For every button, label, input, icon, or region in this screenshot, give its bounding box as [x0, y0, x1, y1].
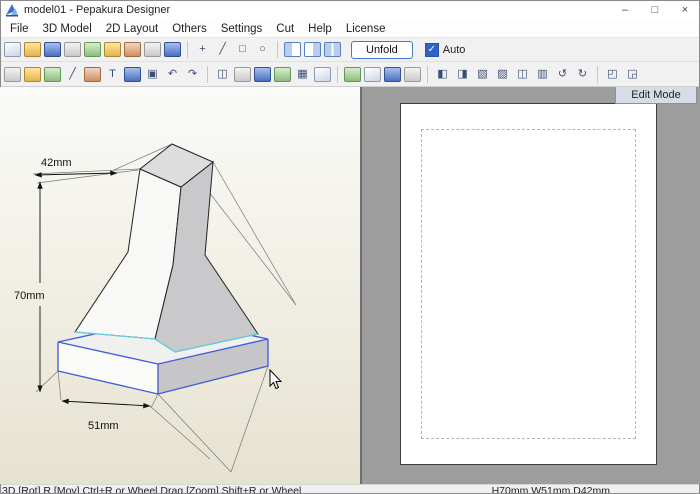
zoom-fit-icon[interactable]: ◰ [604, 67, 621, 82]
main-area: 42mm 70mm 51mm Edit Mode [0, 87, 700, 484]
edit-flaps-icon[interactable] [44, 66, 61, 82]
maximize-button[interactable]: □ [640, 0, 670, 20]
menu-bar: File 3D Model 2D Layout Others Settings … [0, 20, 700, 38]
save-2d-icon[interactable] [384, 66, 401, 82]
menu-license[interactable]: License [339, 22, 393, 36]
dimension-label-bottom-width: 51mm [88, 420, 119, 432]
draw-line-icon[interactable]: ╱ [64, 67, 81, 82]
new-document-icon[interactable] [4, 42, 21, 57]
window-title: model01 - Pepakura Designer [24, 4, 171, 16]
rotate-left-icon[interactable]: ↺ [554, 67, 571, 82]
close-button[interactable]: × [670, 0, 700, 20]
show-2d-window-icon[interactable] [304, 42, 321, 57]
model-size-readout: H70mm W51mm D42mm [491, 485, 610, 494]
dimension-label-top-width: 42mm [41, 157, 72, 169]
distribute-vertical-icon[interactable]: ▥ [534, 67, 551, 82]
pepakura-designer-window: model01 - Pepakura Designer – □ × File 3… [0, 0, 700, 494]
check-parts-icon[interactable] [274, 66, 291, 82]
menu-help[interactable]: Help [301, 22, 339, 36]
divide-edge-icon[interactable] [24, 66, 41, 82]
toolbar-separator [277, 41, 278, 58]
open-book-preview-icon[interactable]: ◫ [214, 67, 231, 82]
sheet-grid-icon[interactable]: ▦ [294, 67, 311, 82]
cut-edges-icon[interactable] [234, 66, 251, 82]
title-bar: model01 - Pepakura Designer – □ × [0, 0, 700, 20]
menu-settings[interactable]: Settings [214, 22, 270, 36]
toolbar-separator [337, 65, 338, 83]
toolbar-separator [597, 65, 598, 83]
move-part-icon[interactable] [4, 66, 21, 82]
page-setup-icon[interactable] [314, 66, 331, 82]
open-file-icon[interactable] [24, 42, 41, 57]
distribute-horizontal-icon[interactable]: ◫ [514, 67, 531, 82]
app-icon [5, 3, 19, 17]
edit-toolbar: ╱ T ▣ ↶ ↷ ◫ ▦ ◧ ◨ ▧ ▨ ◫ ▥ ↺ ↻ ◰ ◲ [0, 62, 700, 87]
align-right-icon[interactable]: ◨ [454, 67, 471, 82]
measure-tool-icon[interactable] [104, 42, 121, 57]
export-image-icon[interactable] [344, 66, 361, 82]
menu-others[interactable]: Others [165, 22, 214, 36]
toolbar-separator [187, 41, 188, 58]
menu-cut[interactable]: Cut [269, 22, 301, 36]
unfold-button[interactable]: Unfold [351, 40, 413, 59]
minimize-button[interactable]: – [610, 0, 640, 20]
menu-file[interactable]: File [3, 22, 36, 36]
menu-2d-layout[interactable]: 2D Layout [99, 22, 165, 36]
status-bar: 3D [Rot] R [Mov] Ctrl+R or Wheel Drag [Z… [0, 484, 700, 494]
pick-vertex-icon[interactable]: + [194, 42, 211, 57]
toolbar-separator [427, 65, 428, 83]
mouse-cursor-icon [269, 368, 283, 390]
show-3d-window-icon[interactable] [284, 42, 301, 57]
link-faces-icon[interactable] [164, 42, 181, 57]
redo-icon[interactable]: ↷ [184, 67, 201, 82]
auto-checkbox-label: Auto [442, 43, 466, 56]
print-sheets-icon[interactable] [404, 66, 421, 82]
save-file-icon[interactable] [44, 42, 61, 57]
edit-mode-tab[interactable]: Edit Mode [615, 87, 697, 104]
dimension-label-height: 70mm [14, 290, 45, 302]
document-info-icon[interactable] [364, 66, 381, 82]
layout-page[interactable] [400, 103, 657, 465]
auto-unfold-toggle[interactable]: ✓ Auto [424, 42, 466, 57]
text-tool-icon[interactable]: T [104, 67, 121, 82]
align-bottom-icon[interactable]: ▨ [494, 67, 511, 82]
arrange-parts-icon[interactable]: ◲ [624, 67, 641, 82]
2d-viewport[interactable]: Edit Mode [362, 87, 700, 484]
show-both-windows-icon[interactable] [324, 42, 341, 57]
scale-tool-icon[interactable] [144, 42, 161, 57]
hammer-tool-icon[interactable] [124, 42, 141, 57]
align-left-icon[interactable]: ◧ [434, 67, 451, 82]
image-tool-icon[interactable] [124, 66, 141, 82]
toolbar-separator [207, 65, 208, 83]
auto-checkbox-checked-icon[interactable]: ✓ [424, 42, 439, 57]
join-edges-icon[interactable] [254, 66, 271, 82]
pick-object-icon[interactable]: ○ [254, 42, 271, 57]
pick-edge-icon[interactable]: ╱ [214, 42, 231, 57]
cube-view-icon[interactable]: ▣ [144, 67, 161, 82]
main-toolbar: + ╱ □ ○ Unfold ✓ Auto [0, 38, 700, 62]
align-top-icon[interactable]: ▧ [474, 67, 491, 82]
rotate-right-icon[interactable]: ↻ [574, 67, 591, 82]
window-controls: – □ × [610, 0, 700, 20]
page-margin-guide [421, 129, 636, 439]
eraser-icon[interactable] [84, 66, 101, 82]
texture-settings-icon[interactable] [84, 42, 101, 57]
menu-3d-model[interactable]: 3D Model [36, 22, 99, 36]
undo-icon[interactable]: ↶ [164, 67, 181, 82]
pick-face-icon[interactable]: □ [234, 42, 251, 57]
status-hint: 3D [Rot] R [Mov] Ctrl+R or Wheel Drag [Z… [2, 485, 302, 494]
3d-model-canvas[interactable]: 42mm 70mm 51mm [0, 87, 360, 484]
print-icon[interactable] [64, 42, 81, 57]
3d-viewport[interactable]: 42mm 70mm 51mm [0, 87, 360, 484]
